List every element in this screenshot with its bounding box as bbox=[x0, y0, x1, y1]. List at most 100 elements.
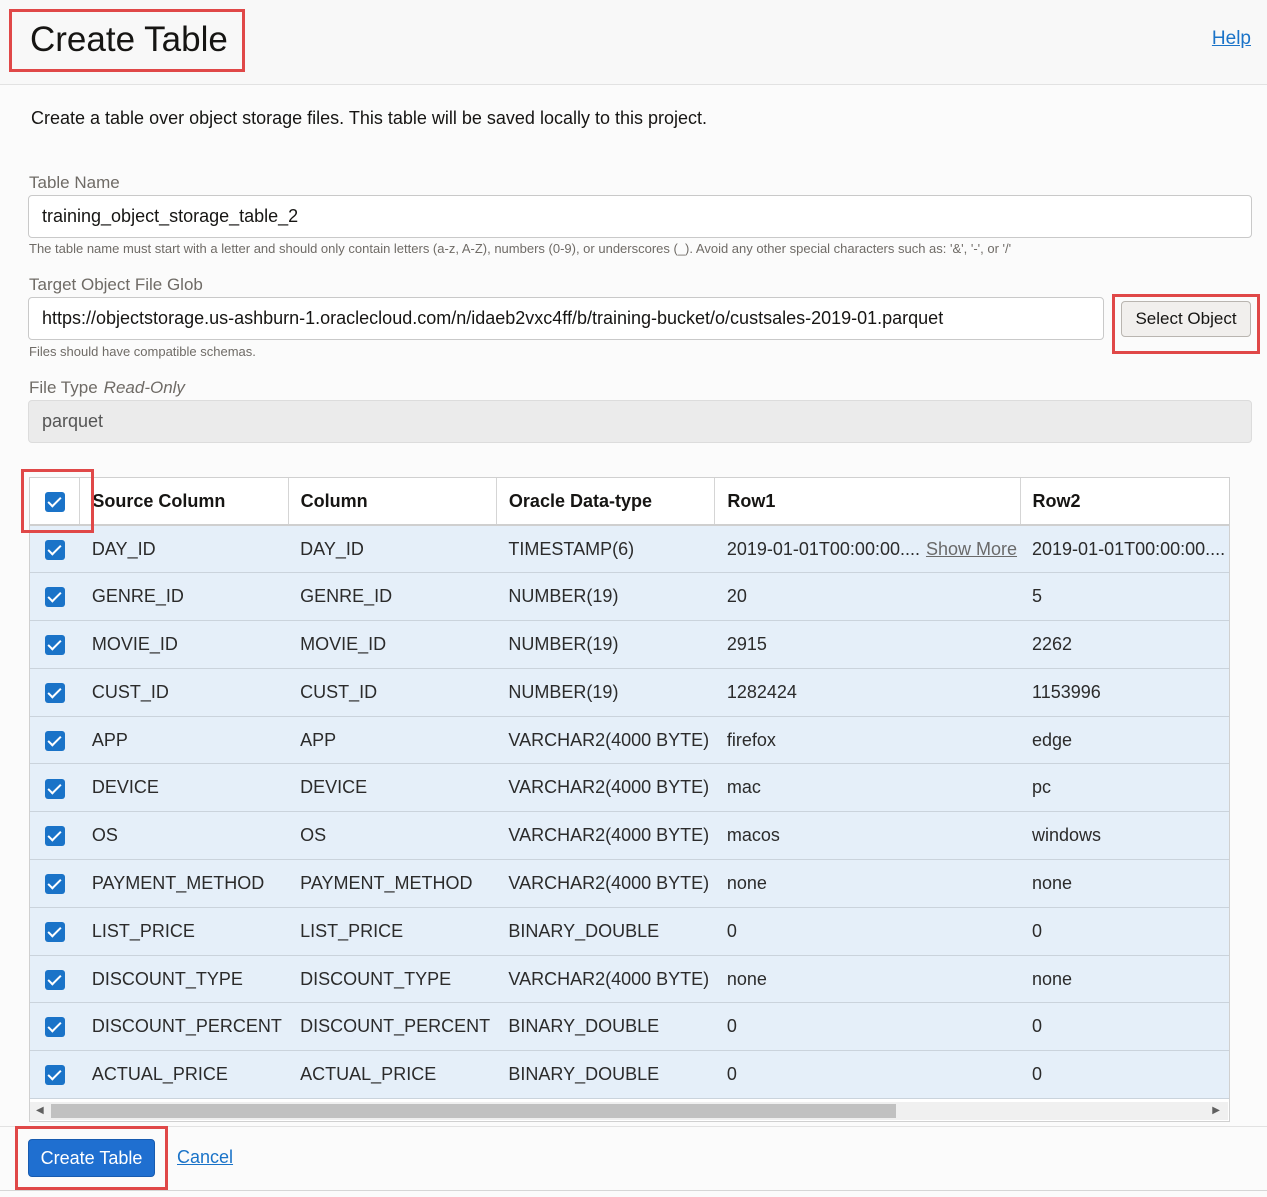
data-type-cell: TIMESTAMP(6) bbox=[496, 525, 715, 574]
show-more-link[interactable]: Show More bbox=[926, 539, 1017, 559]
column-cell-text: APP bbox=[300, 729, 337, 750]
data-type-cell: BINARY_DOUBLE bbox=[496, 1050, 715, 1100]
data-type-cell: NUMBER(19) bbox=[496, 668, 715, 717]
column-cell: DISCOUNT_PERCENT bbox=[288, 1002, 497, 1052]
row2-cell-text: windows bbox=[1032, 825, 1102, 846]
table-name-input[interactable]: training_object_storage_table_2 bbox=[28, 195, 1252, 238]
column-cell: PAYMENT_METHOD bbox=[288, 859, 497, 908]
source-column-cell: PAYMENT_METHOD bbox=[79, 859, 289, 908]
row1-cell-text: 20 bbox=[726, 586, 747, 607]
column-cell: CUST_ID bbox=[288, 668, 497, 717]
row2-cell: none bbox=[1020, 859, 1229, 908]
scroll-left-arrow-icon[interactable]: ◀ bbox=[36, 1105, 44, 1116]
row-checkbox-cell[interactable] bbox=[30, 811, 80, 861]
help-link[interactable]: Help bbox=[1212, 28, 1251, 50]
source-column-cell: DISCOUNT_TYPE bbox=[79, 955, 289, 1004]
row2-cell-text: 2262 bbox=[1032, 633, 1073, 654]
table-row: GENRE_ID GENRE_ID NUMBER(19) 20 5 bbox=[30, 572, 1229, 622]
select-all-checkbox-icon[interactable] bbox=[44, 491, 65, 512]
row-checkbox-icon[interactable] bbox=[44, 587, 65, 608]
column-cell-text: DISCOUNT_PERCENT bbox=[300, 1016, 491, 1037]
row1-cell: 0 bbox=[714, 1050, 1021, 1100]
page-title: Create Table bbox=[30, 20, 228, 59]
data-type-cell-text: BINARY_DOUBLE bbox=[508, 1016, 660, 1037]
row1-cell: 1282424 bbox=[714, 668, 1021, 717]
source-column-cell-text: DAY_ID bbox=[91, 538, 156, 559]
column-cell-text: LIST_PRICE bbox=[300, 920, 404, 941]
source-column-cell: GENRE_ID bbox=[79, 572, 289, 622]
source-column-cell: MOVIE_ID bbox=[79, 620, 289, 669]
table-row: LIST_PRICE LIST_PRICE BINARY_DOUBLE 0 0 bbox=[30, 907, 1229, 956]
glob-input[interactable]: https://objectstorage.us-ashburn-1.oracl… bbox=[28, 297, 1104, 340]
row-checkbox-icon[interactable] bbox=[44, 874, 65, 895]
row2-cell: windows bbox=[1020, 811, 1229, 861]
column-cell-text: PAYMENT_METHOD bbox=[300, 872, 473, 893]
row-checkbox-cell[interactable] bbox=[30, 763, 80, 813]
table-name-hint: The table name must start with a letter … bbox=[29, 241, 1012, 256]
row-checkbox-icon[interactable] bbox=[44, 539, 65, 560]
table-row: PAYMENT_METHOD PAYMENT_METHOD VARCHAR2(400… bbox=[30, 859, 1229, 908]
row-checkbox-icon[interactable] bbox=[44, 1017, 65, 1038]
row-checkbox-cell[interactable] bbox=[30, 668, 80, 717]
row-checkbox-cell[interactable] bbox=[30, 525, 80, 574]
column-cell: ACTUAL_PRICE bbox=[288, 1050, 497, 1100]
row1-cell: 0 bbox=[714, 1002, 1021, 1052]
row1-cell: none bbox=[714, 859, 1021, 908]
row2-cell-text: pc bbox=[1032, 777, 1052, 798]
row-checkbox-icon[interactable] bbox=[44, 730, 65, 751]
horizontal-scrollbar[interactable]: ◀ ▶ bbox=[30, 1102, 1228, 1120]
data-type-cell: BINARY_DOUBLE bbox=[496, 907, 715, 956]
scroll-right-arrow-icon[interactable]: ▶ bbox=[1212, 1105, 1220, 1116]
row2-cell-text: none bbox=[1032, 968, 1073, 989]
row1-cell: 20 bbox=[714, 572, 1021, 622]
data-type-cell-text: NUMBER(19) bbox=[508, 681, 619, 702]
source-column-cell: DAY_ID bbox=[79, 525, 289, 574]
data-type-cell-text: NUMBER(19) bbox=[508, 586, 619, 607]
source-column-cell-text: MOVIE_ID bbox=[91, 633, 178, 654]
row-checkbox-cell[interactable] bbox=[30, 907, 80, 956]
row-checkbox-cell[interactable] bbox=[30, 1002, 80, 1052]
columns-grid: Source Column Column Oracle Data-type Ro… bbox=[30, 478, 1229, 1100]
page-header: Create Table Help bbox=[0, 0, 1267, 85]
row1-cell-text: 0 bbox=[726, 920, 737, 941]
row-checkbox-icon[interactable] bbox=[44, 969, 65, 990]
row-checkbox-cell[interactable] bbox=[30, 955, 80, 1004]
row-checkbox-cell[interactable] bbox=[30, 1050, 80, 1100]
table-header-row: Source Column Column Oracle Data-type Ro… bbox=[30, 478, 1229, 526]
row-checkbox-icon[interactable] bbox=[44, 682, 65, 703]
file-type-field: parquet bbox=[28, 400, 1252, 443]
row-checkbox-cell[interactable] bbox=[30, 859, 80, 908]
select-all-cell[interactable] bbox=[30, 478, 81, 526]
data-type-cell: NUMBER(19) bbox=[496, 620, 715, 669]
row1-cell-text: macos bbox=[726, 825, 780, 846]
data-type-cell: VARCHAR2(4000 BYTE) bbox=[496, 955, 715, 1004]
row2-cell: 0 bbox=[1020, 1002, 1229, 1052]
row-checkbox-icon[interactable] bbox=[44, 1065, 65, 1086]
row1-cell: 2915 bbox=[714, 620, 1021, 669]
row-checkbox-icon[interactable] bbox=[44, 826, 65, 847]
column-cell-text: ACTUAL_PRICE bbox=[300, 1064, 437, 1085]
row-checkbox-icon[interactable] bbox=[44, 778, 65, 799]
row-checkbox-cell[interactable] bbox=[30, 620, 80, 669]
cancel-link[interactable]: Cancel bbox=[177, 1147, 233, 1168]
source-column-cell: DEVICE bbox=[79, 763, 289, 813]
header-row2: Row2 bbox=[1020, 478, 1229, 526]
row1-cell: mac bbox=[714, 763, 1021, 813]
data-type-cell: VARCHAR2(4000 BYTE) bbox=[496, 859, 715, 908]
row-checkbox-cell[interactable] bbox=[30, 716, 80, 765]
bottom-divider bbox=[0, 1190, 1267, 1191]
row-checkbox-icon[interactable] bbox=[44, 921, 65, 942]
scrollbar-thumb[interactable] bbox=[51, 1104, 896, 1118]
table-row: CUST_ID CUST_ID NUMBER(19) 1282424 1153996 bbox=[30, 668, 1229, 717]
header-source-column: Source Column bbox=[79, 478, 289, 526]
row-checkbox-icon[interactable] bbox=[44, 635, 65, 656]
column-cell-text: OS bbox=[300, 825, 327, 846]
glob-label: Target Object File Glob bbox=[29, 275, 203, 294]
header-column: Column bbox=[288, 478, 497, 526]
create-table-button[interactable]: Create Table bbox=[28, 1139, 155, 1177]
columns-table: Source Column Column Oracle Data-type Ro… bbox=[29, 477, 1230, 1122]
row2-cell-text: edge bbox=[1032, 729, 1073, 750]
select-object-button[interactable]: Select Object bbox=[1121, 301, 1251, 337]
row-checkbox-cell[interactable] bbox=[30, 572, 80, 622]
source-column-cell: APP bbox=[79, 716, 289, 765]
